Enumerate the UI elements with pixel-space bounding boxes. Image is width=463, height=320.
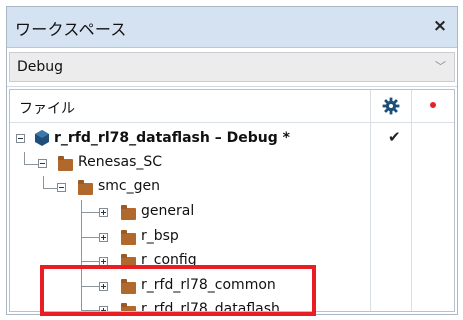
folder-icon [78, 180, 93, 195]
tree-row-folder[interactable]: r_config [10, 249, 454, 273]
configuration-value: Debug [17, 59, 64, 75]
workspace-panel: ワークスペース × Debug ﹀ ファイル r_rfd_rl78_datafl… [6, 6, 458, 315]
folder-icon [121, 279, 136, 294]
file-column-header[interactable]: ファイル [19, 98, 75, 118]
tree-item-label: r_rfd_rl78_common [141, 277, 276, 293]
panel-title: ワークスペース [15, 20, 127, 39]
tree-row-folder[interactable]: general [10, 200, 454, 224]
build-status-dot-icon [430, 102, 436, 108]
folder-icon [121, 205, 136, 220]
expand-icon[interactable] [99, 233, 108, 242]
tree-row-folder[interactable]: r_rfd_rl78_dataflash [10, 298, 454, 312]
tree-row-folder[interactable]: r_bsp [10, 225, 454, 249]
project-hexagon-icon [35, 130, 49, 146]
folder-icon [121, 230, 136, 245]
collapse-icon[interactable] [57, 183, 66, 192]
collapse-icon[interactable] [16, 134, 25, 143]
project-label: r_rfd_rl78_dataflash – Debug * [54, 130, 290, 146]
tree-row-folder[interactable]: Renesas_SC [10, 151, 454, 175]
chevron-down-icon: ﹀ [435, 60, 446, 73]
configuration-dropdown[interactable]: Debug ﹀ [9, 52, 455, 82]
configuration-bar: Debug ﹀ [7, 48, 457, 87]
tree-row-folder[interactable]: smc_gen [10, 175, 454, 199]
close-button[interactable]: × [429, 15, 451, 37]
gear-icon[interactable] [382, 97, 400, 115]
tree-item-label: smc_gen [98, 178, 161, 194]
tree-item-label: r_bsp [141, 228, 179, 244]
tree-row-folder[interactable]: r_rfd_rl78_common [10, 274, 454, 298]
expand-icon[interactable] [99, 208, 108, 217]
folder-icon [58, 156, 73, 171]
checkmark-icon: ✔ [388, 128, 401, 146]
tree-row-project[interactable]: r_rfd_rl78_dataflash – Debug * ✔ [10, 127, 454, 151]
tree-item-label: r_rfd_rl78_dataflash [141, 301, 280, 312]
tree-item-label: general [141, 203, 195, 219]
folder-icon [121, 254, 136, 269]
file-tree: ファイル r_rfd_rl78_dataflash – Debug * ✔ Re… [9, 89, 455, 312]
expand-icon[interactable] [99, 306, 108, 311]
tree-item-label: Renesas_SC [78, 154, 163, 170]
collapse-icon[interactable] [38, 159, 47, 168]
folder-icon [121, 303, 136, 311]
expand-icon[interactable] [99, 257, 108, 266]
tree-item-label: r_config [141, 252, 197, 268]
title-bar: ワークスペース × [7, 7, 457, 48]
expand-icon[interactable] [99, 282, 108, 291]
tree-header: ファイル [10, 90, 454, 123]
